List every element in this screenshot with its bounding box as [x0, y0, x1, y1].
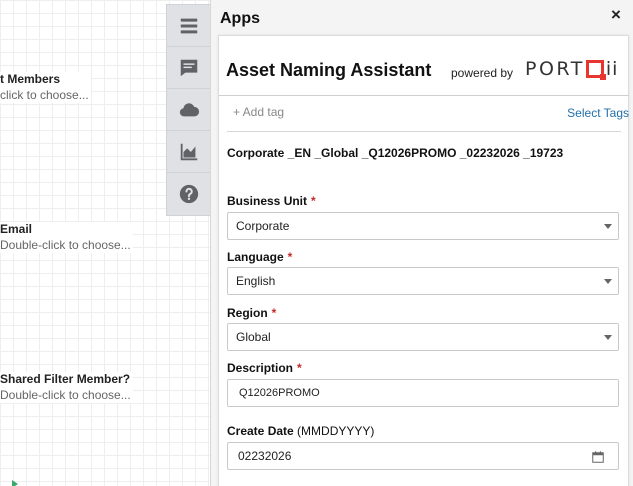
chevron-down-icon — [604, 335, 612, 340]
selected-value: Global — [236, 330, 271, 344]
business-unit-label: Business Unit * — [227, 194, 316, 208]
region-select[interactable]: Global — [227, 323, 619, 351]
input-value: Q12026PROMO — [239, 387, 320, 399]
calendar-icon[interactable] — [592, 451, 604, 463]
help-button[interactable] — [167, 173, 211, 215]
close-icon[interactable]: × — [611, 6, 621, 24]
workflow-node-members[interactable]: t Members click to choose... — [0, 72, 91, 103]
card-header: Asset Naming Assistant powered by PORT i… — [219, 36, 629, 96]
date-format-hint: (MMDDYYYY) — [297, 424, 375, 438]
label-text: Region — [227, 306, 268, 320]
label-text: Description — [227, 361, 294, 375]
required-marker: * — [297, 361, 302, 375]
area-chart-icon — [180, 143, 198, 160]
label-text: Language — [227, 250, 284, 264]
play-marker-icon — [12, 480, 18, 486]
brand-q-icon — [585, 60, 606, 80]
powered-by-label: powered by — [451, 66, 514, 80]
description-input[interactable]: Q12026PROMO — [227, 379, 619, 407]
brand-suffix: ii — [605, 58, 619, 80]
brand-logo: PORT ii — [525, 58, 618, 80]
region-label: Region * — [227, 306, 276, 320]
selected-value: English — [236, 274, 276, 288]
business-unit-select[interactable]: Corporate — [227, 212, 619, 240]
node-title: Shared Filter Member? — [0, 372, 131, 386]
required-marker: * — [287, 250, 293, 264]
help-icon — [179, 184, 199, 204]
required-marker: * — [311, 194, 316, 208]
cloud-button[interactable] — [167, 89, 211, 131]
description-label: Description * — [227, 361, 302, 375]
node-title: Email — [0, 222, 33, 236]
workflow-node-email[interactable]: Email Double-click to choose... — [0, 222, 133, 253]
language-select[interactable]: English — [227, 267, 619, 295]
node-subtitle: Double-click to choose... — [0, 238, 131, 252]
node-subtitle: Double-click to choose... — [0, 388, 131, 402]
select-tags-link[interactable]: Select Tags — [567, 106, 629, 120]
node-subtitle: click to choose... — [0, 88, 89, 102]
chevron-down-icon — [604, 279, 612, 284]
card-title: Asset Naming Assistant — [226, 60, 432, 80]
add-tag-link[interactable]: + Add tag — [233, 105, 284, 119]
comment-icon — [180, 59, 198, 76]
chevron-down-icon — [604, 224, 612, 229]
label-text: Business Unit — [227, 194, 308, 208]
asset-naming-card: Asset Naming Assistant powered by PORT i… — [218, 35, 629, 486]
cloud-icon — [179, 102, 200, 116]
selected-value: Corporate — [236, 219, 290, 233]
comments-button[interactable] — [167, 47, 211, 89]
panel-title: Apps — [220, 10, 260, 27]
side-toolbar — [166, 4, 211, 216]
menu-icon — [180, 18, 198, 33]
create-date-label: Create Date (MMDDYYYY) — [227, 424, 374, 438]
menu-button[interactable] — [167, 5, 211, 47]
generated-asset-name: Corporate _EN _Global _Q12026PROMO _0223… — [227, 146, 564, 160]
input-value: 02232026 — [238, 449, 292, 463]
analytics-button[interactable] — [167, 131, 211, 173]
workflow-node-shared-filter[interactable]: Shared Filter Member? Double-click to ch… — [0, 372, 133, 403]
language-label: Language * — [227, 250, 292, 264]
required-marker: * — [271, 306, 277, 320]
node-title: t Members — [0, 72, 61, 86]
brand-prefix: PORT — [525, 58, 585, 80]
create-date-input[interactable]: 02232026 — [227, 442, 619, 470]
tag-row: + Add tag Select Tags — [227, 98, 629, 132]
label-text: Create Date — [227, 424, 294, 438]
